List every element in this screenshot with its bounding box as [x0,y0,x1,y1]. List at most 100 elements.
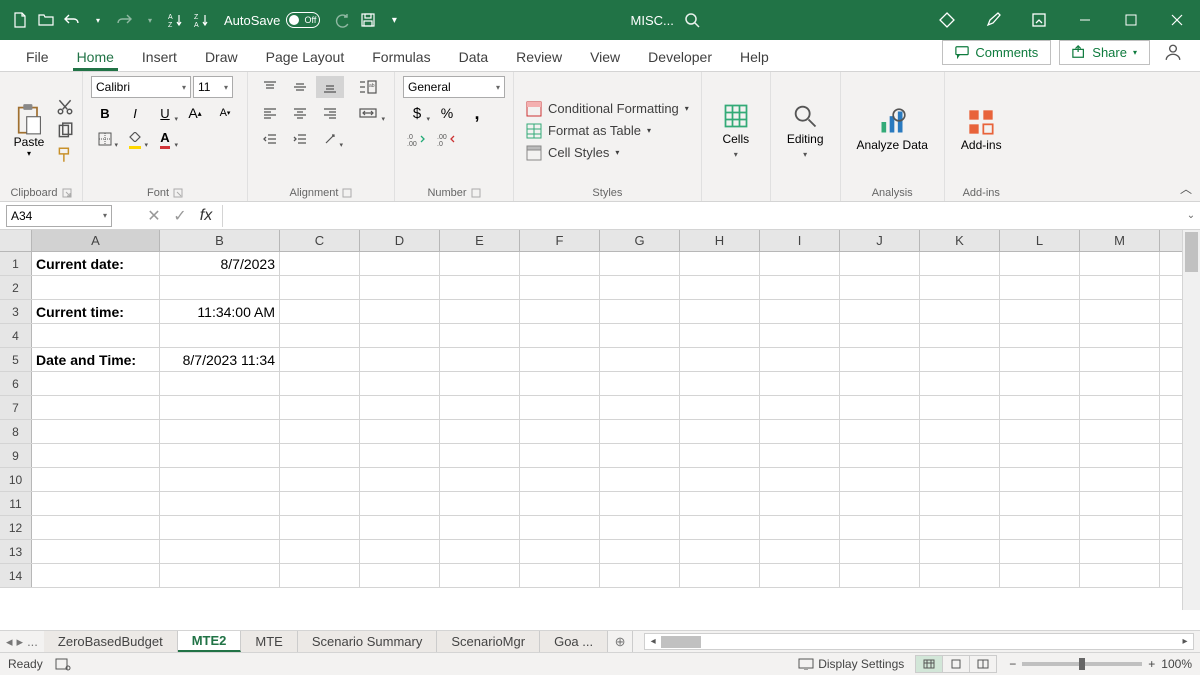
cell[interactable] [280,516,360,539]
cell[interactable] [600,300,680,323]
cell[interactable] [600,516,680,539]
cell[interactable] [680,540,760,563]
sort-desc-icon[interactable]: ZA [190,8,214,32]
column-header[interactable]: M [1080,230,1160,251]
cell[interactable] [840,564,920,587]
cell[interactable] [440,516,520,539]
cell[interactable] [520,300,600,323]
row-header[interactable]: 12 [0,516,32,539]
cell[interactable] [360,252,440,275]
cell[interactable] [1000,492,1080,515]
search-icon[interactable] [684,12,700,28]
column-header[interactable]: K [920,230,1000,251]
cell[interactable] [840,396,920,419]
row-header[interactable]: 9 [0,444,32,467]
name-box[interactable]: A34▾ [6,205,112,227]
tab-developer[interactable]: Developer [634,43,726,71]
comma-format-icon[interactable]: , [463,102,491,124]
sheet-tab[interactable]: ZeroBasedBudget [44,631,178,652]
normal-view-icon[interactable] [915,655,943,673]
autosave-switch[interactable]: Off [286,12,320,28]
sheet-tab[interactable]: MTE [241,631,297,652]
cell[interactable] [520,516,600,539]
cell[interactable] [840,444,920,467]
row-header[interactable]: 1 [0,252,32,275]
tab-file[interactable]: File [12,43,63,71]
cell[interactable] [160,372,280,395]
row-header[interactable]: 2 [0,276,32,299]
cell[interactable] [680,372,760,395]
cell[interactable] [680,300,760,323]
cell[interactable] [760,396,840,419]
share-button[interactable]: Share▾ [1059,40,1150,65]
cell[interactable] [760,324,840,347]
cell[interactable] [32,468,160,491]
cell[interactable] [600,540,680,563]
undo-icon[interactable] [60,8,84,32]
macro-record-icon[interactable] [55,657,71,671]
cell[interactable] [32,420,160,443]
cell[interactable] [160,324,280,347]
column-header[interactable]: L [1000,230,1080,251]
cell[interactable] [1080,348,1160,371]
page-layout-view-icon[interactable] [942,655,970,673]
cell[interactable] [440,324,520,347]
cell[interactable] [680,468,760,491]
new-sheet-button[interactable]: ⊕ [608,631,632,652]
redo-icon[interactable] [112,8,136,32]
collapse-ribbon-icon[interactable]: ︿ [1180,180,1192,197]
cell[interactable] [1000,252,1080,275]
dialog-launcher-icon[interactable] [173,188,183,198]
cell[interactable] [160,516,280,539]
diamond-icon[interactable] [924,0,970,40]
cell[interactable] [840,372,920,395]
tab-formulas[interactable]: Formulas [358,43,444,71]
cell[interactable] [840,420,920,443]
merge-center-icon[interactable] [350,102,386,124]
cell[interactable] [1000,276,1080,299]
cell[interactable] [440,420,520,443]
cut-icon[interactable] [56,98,74,116]
cell[interactable] [920,300,1000,323]
scroll-thumb[interactable] [1185,232,1198,272]
row-header[interactable]: 13 [0,540,32,563]
cell[interactable] [920,372,1000,395]
wrap-text-icon[interactable]: ab [350,76,386,98]
cell[interactable] [600,324,680,347]
cell[interactable] [920,396,1000,419]
tab-review[interactable]: Review [502,43,576,71]
cell[interactable] [360,420,440,443]
scroll-right-icon[interactable]: ▸ [1177,636,1193,647]
cell[interactable] [920,252,1000,275]
cell[interactable] [840,300,920,323]
cell[interactable] [840,252,920,275]
cell[interactable] [520,276,600,299]
expand-formula-bar-icon[interactable]: ⌄ [1182,210,1200,221]
zoom-level[interactable]: 100% [1161,657,1192,671]
cell[interactable] [680,252,760,275]
cell[interactable] [840,468,920,491]
addins-button[interactable]: Add-ins [953,76,1010,185]
cell[interactable] [680,516,760,539]
cell[interactable]: 11:34:00 AM [160,300,280,323]
cells-button[interactable]: Cells▾ [710,76,762,185]
dialog-launcher-icon[interactable] [342,188,352,198]
column-header[interactable]: I [760,230,840,251]
align-bottom-icon[interactable] [316,76,344,98]
sync-icon[interactable] [330,8,354,32]
cell[interactable]: 8/7/2023 11:34 [160,348,280,371]
cell[interactable] [920,348,1000,371]
cell[interactable] [160,564,280,587]
format-as-table-button[interactable]: Format as Table▾ [522,121,693,141]
column-header[interactable]: B [160,230,280,251]
cell[interactable] [680,324,760,347]
cell[interactable] [32,324,160,347]
align-left-icon[interactable] [256,102,284,124]
column-header[interactable]: E [440,230,520,251]
cell[interactable] [1000,540,1080,563]
number-format-combo[interactable]: General▾ [403,76,505,98]
dialog-launcher-icon[interactable] [471,188,481,198]
cell[interactable] [1000,300,1080,323]
tab-help[interactable]: Help [726,43,783,71]
cell[interactable] [360,492,440,515]
